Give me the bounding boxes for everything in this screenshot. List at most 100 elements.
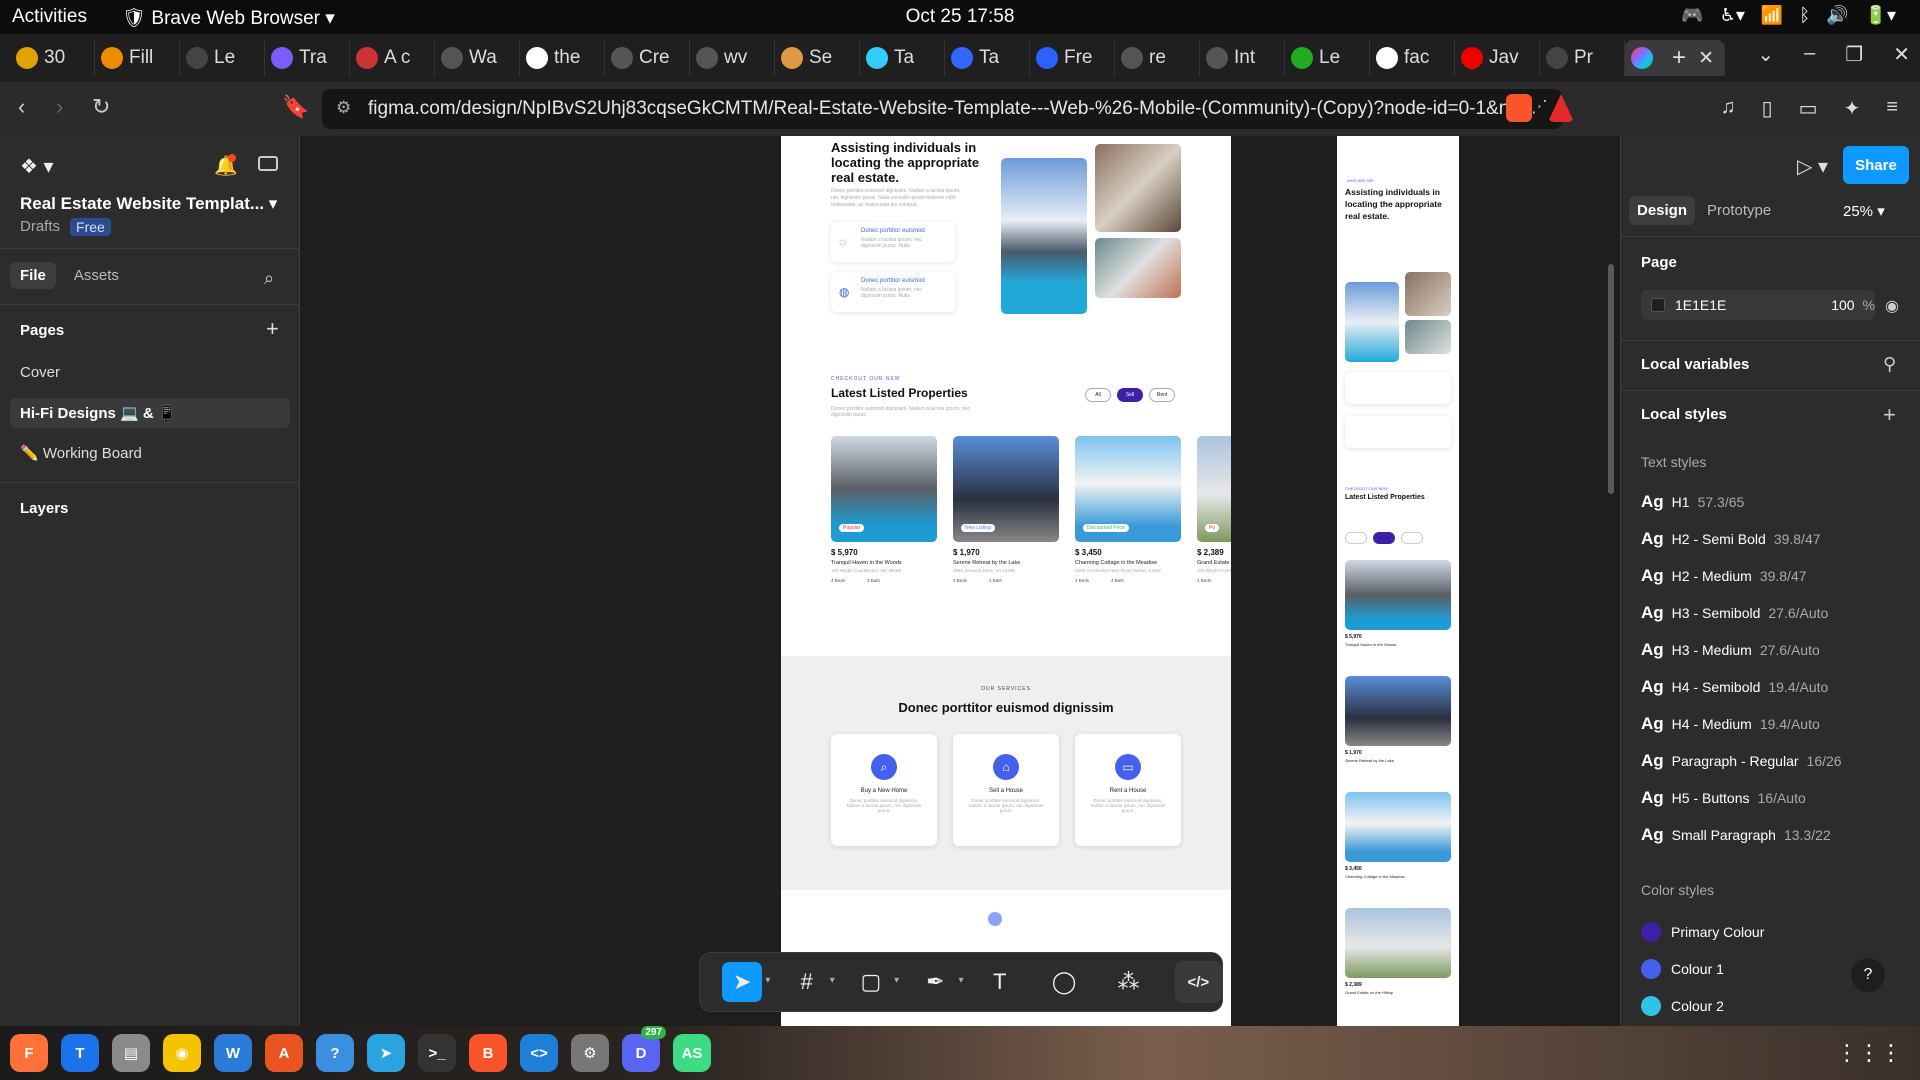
property-card[interactable]: Popular $ 5,970 Tranquil Haven in the Wood… (831, 436, 941, 606)
text-style-item[interactable]: Ag H1 57.3/65 (1641, 492, 1744, 512)
service-card[interactable]: ⌂ Sell a House Donec porttitor euismod dig… (953, 734, 1059, 846)
browser-tab[interactable]: Se (775, 40, 860, 76)
color-style-item[interactable]: Primary Colour (1641, 922, 1764, 942)
toggle-sidebar-icon[interactable] (258, 156, 278, 171)
sidebar-icon[interactable]: ▯ (1762, 96, 1773, 121)
local-variables[interactable]: Local variables (1641, 356, 1749, 373)
browser-tab[interactable]: 30 (10, 40, 95, 76)
color-style-item[interactable]: Colour 1 (1641, 959, 1724, 979)
text-style-item[interactable]: Ag H2 - Semi Bold 39.8/47 (1641, 529, 1821, 549)
zoom-menu[interactable]: 25% ▾ (1843, 202, 1885, 220)
mobile-filter-all[interactable] (1345, 532, 1367, 544)
minimize-icon[interactable]: – (1804, 42, 1815, 67)
search-icon[interactable]: ⌕ (264, 268, 274, 289)
add-page-button[interactable]: + (266, 316, 279, 342)
tab-assets[interactable]: Assets (64, 262, 129, 289)
browser-tab[interactable]: Pr (1540, 40, 1625, 76)
mobile-filter-rent[interactable] (1401, 532, 1423, 544)
app-menu[interactable]: 🛡 Brave Web Browser ▾ (122, 6, 335, 30)
share-button[interactable]: Share (1843, 146, 1909, 184)
dock-rhythmbox-icon[interactable]: ◉ (163, 1034, 201, 1072)
tab-list-chevron-icon[interactable]: ⌄ (1757, 42, 1774, 67)
battery-icon[interactable]: 🔋▾ (1865, 5, 1896, 26)
page-color-field[interactable]: 1E1E1E 100 % (1641, 290, 1875, 320)
activities-button[interactable]: Activities (12, 6, 87, 28)
dock-writer-icon[interactable]: W (214, 1034, 252, 1072)
shape-tool[interactable]: ▢ ▾ (839, 961, 903, 1003)
browser-tab[interactable]: the (520, 40, 605, 76)
dock-android-studio-icon[interactable]: AS (673, 1034, 711, 1072)
text-style-item[interactable]: Ag H4 - Medium 19.4/Auto (1641, 714, 1820, 734)
browser-tab[interactable]: A c (350, 40, 435, 76)
drafts-label[interactable]: Drafts (20, 218, 60, 236)
text-tool[interactable]: T (968, 961, 1032, 1003)
browser-tab[interactable]: Int (1200, 40, 1285, 76)
page-item-cover[interactable]: Cover (10, 358, 290, 388)
help-button[interactable]: ? (1851, 958, 1885, 992)
dock-help-icon[interactable]: ? (316, 1034, 354, 1072)
bookmark-icon[interactable]: 🔖 (282, 94, 309, 120)
browser-tab[interactable]: Wa (435, 40, 520, 76)
pen-tool[interactable]: ✒ ▾ (903, 961, 967, 1003)
leo-ai-icon[interactable]: ✦ (1844, 96, 1861, 121)
color-style-item[interactable]: Colour 2 (1641, 996, 1724, 1016)
bluetooth-icon[interactable]: ᛒ (1799, 5, 1810, 26)
url-field[interactable]: ⚙ figma.com/design/NpIBvS2Uhj83cqseGkCMT… (322, 89, 1562, 129)
page-item-working-board[interactable]: ✏️ Working Board (10, 438, 290, 468)
wallet-icon[interactable]: ▭ (1799, 96, 1818, 121)
text-style-item[interactable]: Ag H2 - Medium 39.8/47 (1641, 566, 1807, 586)
menu-icon[interactable]: ≡ (1886, 96, 1898, 121)
filter-all[interactable]: All (1085, 388, 1111, 402)
browser-tab[interactable]: Jav (1455, 40, 1540, 76)
mobile-property-card[interactable]: $ 5,970 Tranquil Haven in the Woods (1345, 560, 1451, 670)
mobile-frame[interactable]: WHO ARE WE Assisting individuals in loca… (1337, 136, 1459, 1026)
browser-tab[interactable]: Tra (265, 40, 350, 76)
text-style-item[interactable]: Ag Paragraph - Regular 16/26 (1641, 751, 1842, 771)
browser-tab[interactable]: Cre (605, 40, 690, 76)
text-style-item[interactable]: Ag H4 - Semibold 19.4/Auto (1641, 677, 1828, 697)
dock-brave-icon[interactable]: B (469, 1034, 507, 1072)
forward-icon[interactable]: › (56, 94, 63, 120)
dock-telegram-icon[interactable]: ➤ (367, 1034, 405, 1072)
page-item-hifi-designs[interactable]: Hi-Fi Designs 💻 & 📱 (10, 398, 290, 428)
browser-tab[interactable]: Ta (860, 40, 945, 76)
mobile-property-card[interactable]: $ 2,389 Grand Estate on the Hilltop (1345, 908, 1451, 1018)
page-color-value[interactable]: 1E1E1E (1675, 297, 1813, 313)
new-tab-button[interactable]: + (1672, 44, 1686, 72)
media-icon[interactable]: ♫ (1721, 96, 1736, 121)
close-tab-icon[interactable]: ✕ (1698, 47, 1714, 70)
dock-thunderbird-icon[interactable]: T (61, 1034, 99, 1072)
text-style-item[interactable]: Ag H3 - Medium 27.6/Auto (1641, 640, 1820, 660)
file-name[interactable]: Real Estate Website Templat... ▾ (20, 194, 277, 214)
browser-tab[interactable]: Ta (945, 40, 1030, 76)
dock-terminal-icon[interactable]: >_ (418, 1034, 456, 1072)
mobile-property-card[interactable]: $ 1,970 Serene Retreat by the Lake (1345, 676, 1451, 786)
property-card[interactable]: Po $ 2,389 Grand Estate on the Hilltop 103 … (1197, 436, 1231, 606)
dock-firefox-icon[interactable]: F (10, 1034, 48, 1072)
filter-rent[interactable]: Rent (1149, 388, 1175, 402)
figma-menu-icon[interactable]: ❖ ▾ (20, 154, 54, 179)
back-icon[interactable]: ‹ (18, 94, 25, 120)
present-icon[interactable]: ▷ ▾ (1797, 154, 1828, 179)
volume-icon[interactable]: 🔊 (1826, 5, 1848, 26)
variables-icon[interactable]: ⚲ (1883, 354, 1896, 375)
tab-design[interactable]: Design (1629, 196, 1696, 225)
mobile-filter-sell[interactable] (1373, 532, 1395, 544)
tab-prototype[interactable]: Prototype (1699, 196, 1779, 225)
mobile-property-card[interactable]: $ 3,450 Charming Cottage in the Meadow (1345, 792, 1451, 902)
browser-tab[interactable]: Fre (1030, 40, 1115, 76)
browser-tab[interactable]: Le (180, 40, 265, 76)
close-window-icon[interactable]: ✕ (1893, 42, 1910, 67)
discord-tray-icon[interactable]: 🎮 (1681, 5, 1703, 26)
dock-vscode-icon[interactable]: <> (520, 1034, 558, 1072)
dev-mode-toggle[interactable]: </> (1174, 961, 1222, 1003)
system-tray[interactable]: 🎮 ♿▾ 📶 ᛒ 🔊 🔋▾ (1681, 5, 1896, 26)
design-canvas[interactable]: Assisting individuals in locating the ap… (300, 136, 1620, 1026)
text-style-item[interactable]: Ag Small Paragraph 13.3/22 (1641, 825, 1831, 845)
text-style-item[interactable]: Ag H3 - Semibold 27.6/Auto (1641, 603, 1828, 623)
move-tool[interactable]: ➤ ▾ (710, 961, 774, 1003)
page-color-swatch[interactable] (1651, 298, 1665, 312)
service-card[interactable]: ⌕ Buy a New Home Donec porttitor euismod d… (831, 734, 937, 846)
reload-icon[interactable]: ↻ (92, 94, 110, 120)
eye-icon[interactable]: ◉ (1885, 296, 1899, 316)
